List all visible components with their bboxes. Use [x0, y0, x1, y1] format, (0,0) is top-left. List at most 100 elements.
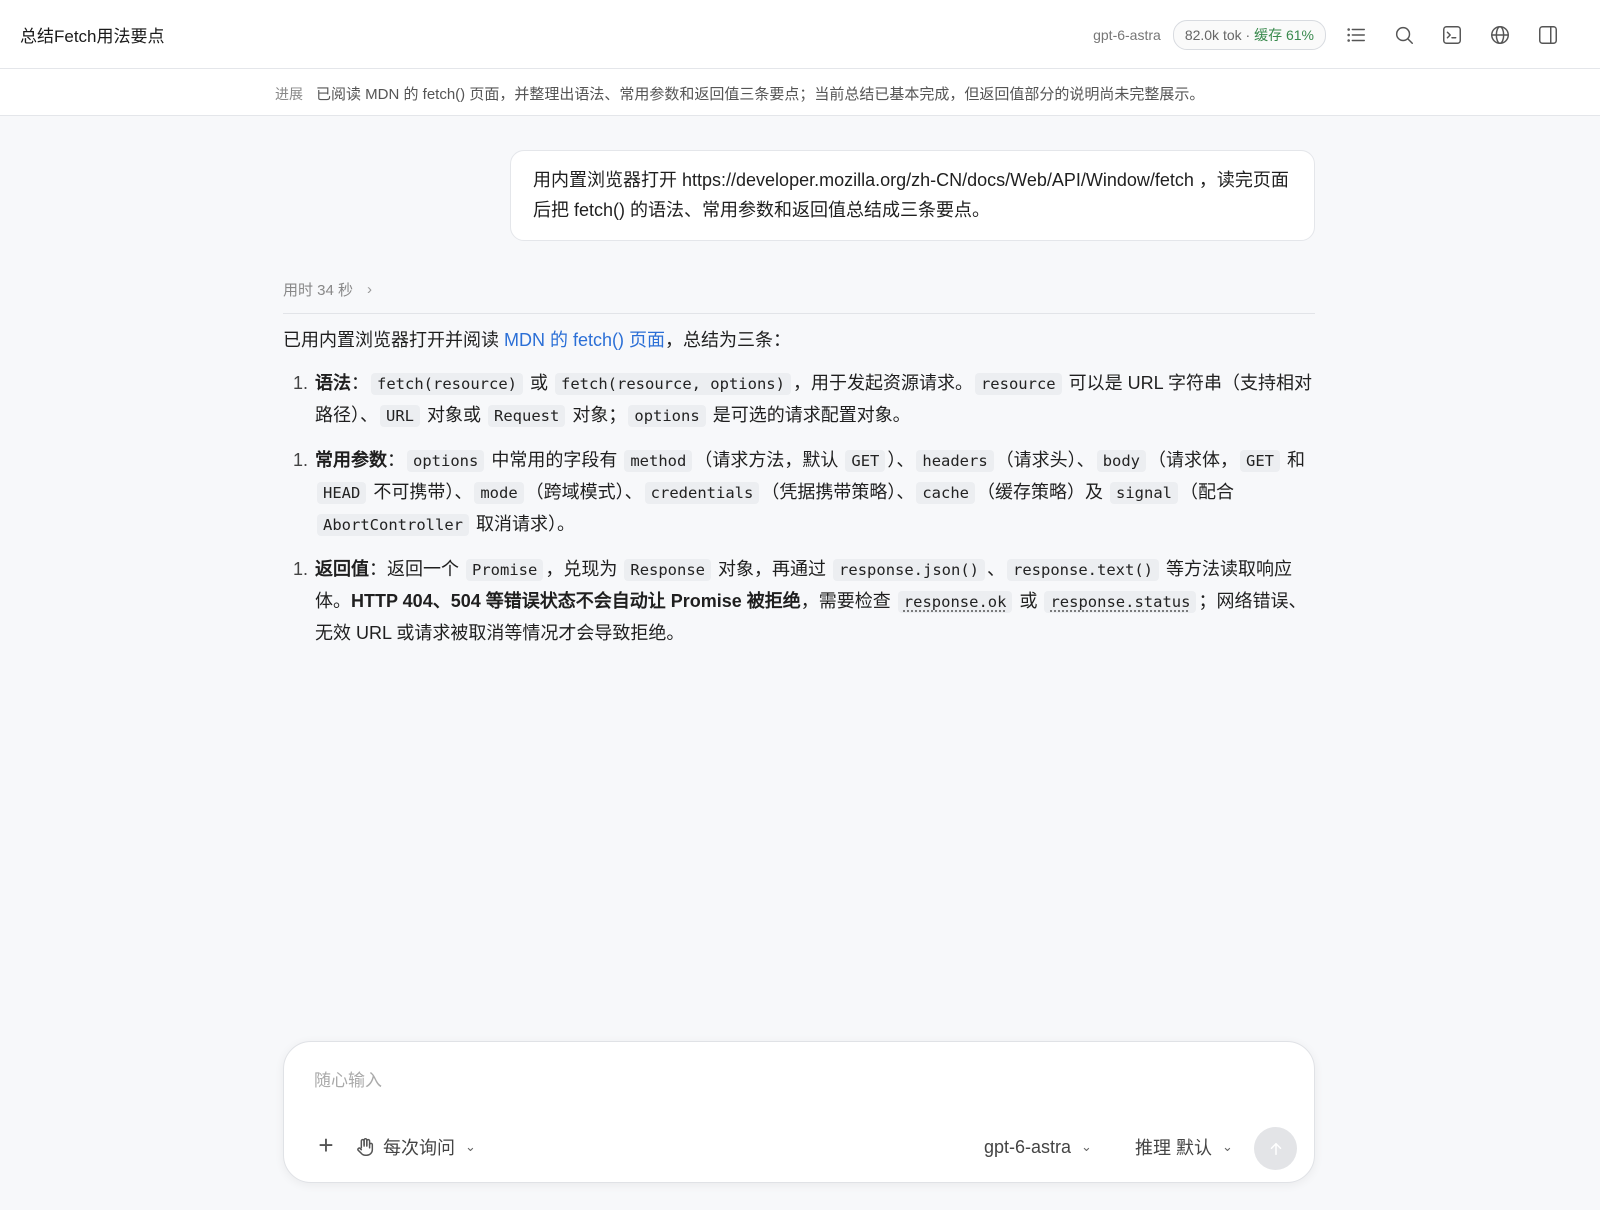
code-span: options: [628, 405, 706, 427]
text: 对象，再通过: [713, 559, 832, 579]
hand-icon: [357, 1138, 374, 1156]
text: 返回一个: [387, 559, 465, 579]
text: 不可携带）、: [368, 482, 473, 502]
text: 和: [1282, 450, 1306, 470]
text: 或: [524, 373, 553, 393]
summary-list: 1. 语法： fetch(resource) 或 fetch(resource, o…: [283, 368, 1323, 649]
sep: ：: [387, 450, 405, 470]
chevron-down-icon: ⌄: [1222, 1139, 1233, 1154]
terminal-icon[interactable]: [1440, 23, 1464, 47]
code-span: Response: [624, 559, 712, 581]
globe-icon[interactable]: [1488, 23, 1512, 47]
text: （请求体，: [1148, 450, 1239, 470]
reasoning-selector[interactable]: 推理 默认 ⌄: [1135, 1134, 1233, 1160]
text: ）、: [887, 450, 915, 470]
code-span: response.text(): [1007, 559, 1159, 581]
code-span: GET: [1240, 450, 1281, 472]
composer: + 每次询问 ⌄ gpt-6-astra ⌄ 推理 默认 ⌄: [283, 1041, 1315, 1183]
code-span: body: [1096, 450, 1147, 472]
code-span: signal: [1110, 482, 1179, 504]
bold-text: HTTP 404、504 等错误状态不会自动让 Promise 被拒绝: [351, 591, 801, 611]
text: （缓存策略）及: [977, 482, 1109, 502]
text: 取消请求）。: [470, 514, 575, 534]
text: （凭据携带策略）、: [761, 482, 915, 502]
item-title: 返回值: [315, 559, 369, 579]
cache-percent: 缓存 61%: [1254, 26, 1314, 43]
intro-prefix: 已用内置浏览器打开并阅读: [283, 330, 504, 350]
token-usage-badge: 82.0k tok · 缓存 61%: [1172, 19, 1326, 50]
list-item: 1. 返回值：返回一个 Promise ，兑现为 Response 对象，再通过 r…: [283, 554, 1323, 649]
code-span: URL: [380, 405, 420, 427]
progress-label: 进展: [275, 86, 303, 102]
conversation-title: 总结Fetch用法要点: [20, 27, 165, 46]
token-count: 82.0k tok ·: [1184, 26, 1255, 43]
model-label: gpt-6-astra: [1093, 26, 1161, 43]
code-span: fetch(resource, options): [555, 373, 791, 395]
text: 是可选的请求配置对象。: [707, 405, 911, 425]
user-message: 用内置浏览器打开 https://developer.mozilla.org/z…: [510, 150, 1315, 241]
code-span: HEAD: [317, 482, 367, 504]
code-span: options: [407, 450, 485, 472]
code-span: Request: [488, 405, 566, 427]
chevron-down-icon: ⌄: [465, 1139, 476, 1154]
code-span-link[interactable]: response.ok: [897, 591, 1013, 613]
code-span: Promise: [466, 559, 544, 581]
text: （请求头）、: [995, 450, 1095, 470]
text: 或: [1014, 591, 1043, 611]
answer-intro: 已用内置浏览器打开并阅读 MDN 的 fetch() 页面，总结为三条：: [283, 325, 1323, 356]
assistant-message: 已用内置浏览器打开并阅读 MDN 的 fetch() 页面，总结为三条： 1. 语…: [283, 325, 1323, 662]
send-button[interactable]: [1254, 1127, 1297, 1170]
sep: ：: [351, 373, 369, 393]
code-span: mode: [474, 482, 524, 504]
mdn-fetch-link[interactable]: MDN 的 fetch() 页面: [504, 330, 665, 350]
approval-mode-label: 每次询问: [383, 1138, 455, 1158]
approval-mode-selector[interactable]: 每次询问 ⌄: [354, 1134, 476, 1160]
code-span: response.json(): [833, 559, 986, 581]
code-span: cache: [916, 482, 975, 504]
intro-suffix: ，总结为三条：: [665, 330, 792, 350]
sidebar-toggle-icon[interactable]: [1536, 23, 1560, 47]
text: （跨域模式）、: [525, 482, 643, 502]
arrow-up-icon: [1270, 1142, 1281, 1155]
progress-text: 已阅读 MDN 的 fetch() 页面，并整理出语法、常用参数和返回值三条要点…: [316, 86, 1205, 103]
text: ，需要检查: [800, 591, 896, 611]
elapsed-toggle[interactable]: 用时 34 秒 ›: [283, 279, 372, 300]
list-item: 1. 语法： fetch(resource) 或 fetch(resource, o…: [283, 368, 1323, 432]
list-number: 1.: [293, 450, 309, 470]
search-icon[interactable]: [1392, 23, 1416, 47]
code-span: GET: [845, 450, 886, 472]
text: 对象；: [567, 405, 627, 425]
list-icon[interactable]: [1344, 23, 1368, 47]
top-bar-right: gpt-6-astra 82.0k tok · 缓存 61%: [1093, 0, 1560, 69]
list-item: 1. 常用参数： options 中常用的字段有 method （请求方法，默认 GE…: [283, 445, 1323, 541]
message-input[interactable]: [314, 1066, 1214, 1096]
model-selector-label: gpt-6-astra: [984, 1136, 1072, 1157]
text: 中常用的字段有: [486, 450, 623, 470]
item-title: 常用参数: [315, 450, 387, 470]
text: （请求方法，默认: [694, 450, 844, 470]
plus-icon[interactable]: +: [314, 1132, 338, 1158]
chevron-right-icon: ›: [367, 281, 373, 298]
list-number: 1.: [293, 373, 309, 393]
model-selector[interactable]: gpt-6-astra ⌄: [984, 1134, 1092, 1160]
chevron-down-icon: ⌄: [1081, 1139, 1092, 1154]
progress-bar: 进展 已阅读 MDN 的 fetch() 页面，并整理出语法、常用参数和返回值三…: [0, 69, 1600, 116]
divider: [283, 313, 1315, 314]
list-number: 1.: [293, 559, 309, 579]
code-span: resource: [974, 373, 1062, 395]
text: ，兑现为: [545, 559, 623, 579]
code-span: credentials: [644, 482, 760, 504]
text: （配合: [1180, 482, 1235, 502]
code-span: method: [624, 450, 693, 472]
sep: ：: [369, 559, 387, 579]
elapsed-time: 用时 34 秒: [283, 282, 354, 299]
code-span-link[interactable]: response.status: [1044, 591, 1197, 613]
text: 对象或: [422, 405, 487, 425]
top-bar: 总结Fetch用法要点 gpt-6-astra 82.0k tok · 缓存 6…: [0, 0, 1600, 69]
item-title: 语法: [315, 373, 351, 393]
code-span: headers: [916, 450, 994, 472]
code-span: fetch(resource): [371, 373, 523, 395]
text: ，用于发起资源请求。: [792, 373, 973, 393]
text: 、: [987, 559, 1006, 579]
code-span: AbortController: [317, 514, 469, 536]
